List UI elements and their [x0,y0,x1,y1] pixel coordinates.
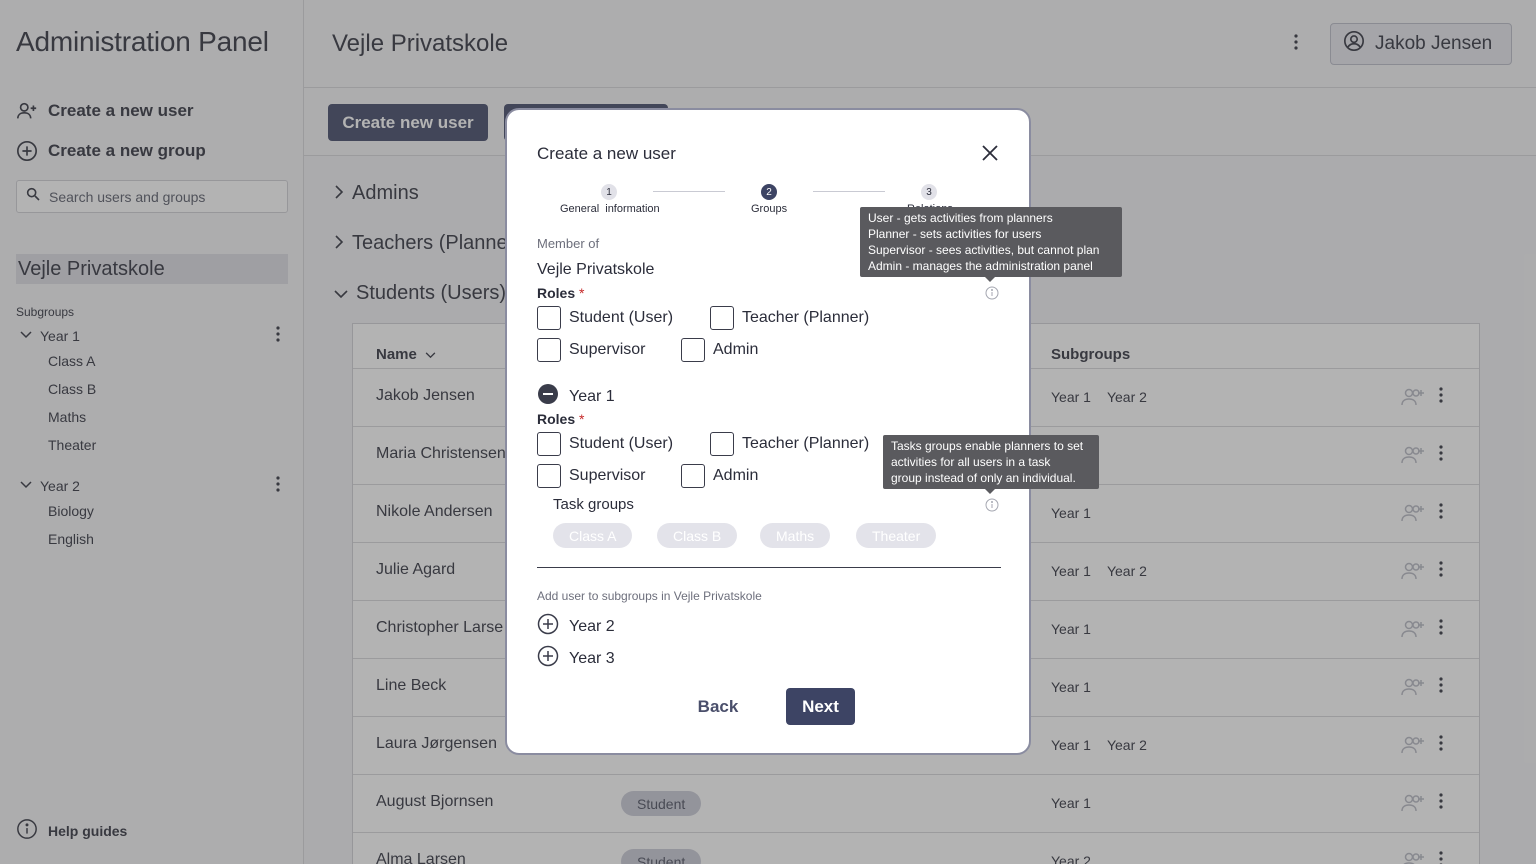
checkbox[interactable] [681,338,705,362]
info-icon[interactable] [985,286,999,300]
dialog-title: Create a new user [537,144,676,163]
step-connector [653,191,725,192]
tooltip-line: Planner - sets activities for users [868,227,1042,241]
task-groups-tooltip: Tasks groups enable planners to set acti… [883,435,1099,494]
add-circle-icon [537,645,559,672]
checkbox[interactable] [681,464,705,488]
task-group-chip[interactable]: Maths [760,523,831,548]
roles-label: Roles * [537,285,584,301]
year1-role-supervisor-checkbox[interactable]: Supervisor [537,464,645,488]
step-2-label: Groups [751,203,788,215]
role-admin-checkbox[interactable]: Admin [681,338,758,362]
checkbox-label: Admin [713,467,759,484]
role-supervisor-checkbox[interactable]: Supervisor [537,338,645,362]
checkbox-label: Student (User) [569,435,674,452]
subgroup-label: Year 3 [569,649,615,667]
checkbox[interactable] [710,306,734,330]
tooltip-line: group instead of only an individual. [891,471,1076,485]
tooltip-line: activities for all users in a task [891,455,1051,469]
add-circle-icon [537,613,559,640]
checkbox[interactable] [537,306,561,330]
checkbox[interactable] [710,432,734,456]
checkbox-label: Teacher (Planner) [742,435,870,452]
step-2-indicator: 2 [761,184,777,200]
step-1-indicator: 1 [601,184,617,200]
subgroup-year-1: Year 1 [537,383,615,410]
year1-role-student-checkbox[interactable]: Student (User) [537,432,673,456]
subgroup-label: Year 1 [569,387,615,405]
close-icon[interactable] [979,142,1001,164]
add-year-2[interactable]: Year 2 [537,613,615,640]
tooltip-line: Supervisor - sees activities, but cannot… [868,243,1100,257]
tooltip-line: User - gets activities from planners [868,211,1053,225]
required-mark: * [579,411,585,427]
roles-label-text: Roles [537,411,576,427]
required-mark: * [579,285,585,301]
divider [537,567,1001,568]
roles-tooltip: User - gets activities from planners Pla… [860,207,1122,282]
roles-label-text: Roles [537,285,576,301]
subgroup-label: Year 2 [569,617,615,635]
tooltip-arrow [985,277,995,282]
role-student-checkbox[interactable]: Student (User) [537,306,673,330]
task-group-chip[interactable]: Class A [553,523,633,548]
checkbox-label: Student (User) [569,309,674,326]
checkbox[interactable] [537,464,561,488]
info-icon[interactable] [985,498,999,512]
checkbox-label: Teacher (Planner) [742,309,870,326]
role-teacher-checkbox[interactable]: Teacher (Planner) [710,306,869,330]
add-year-3[interactable]: Year 3 [537,645,615,672]
remove-circle-icon[interactable] [537,383,559,410]
task-group-chip[interactable]: Class B [657,523,738,548]
task-groups-label: Task groups [553,496,634,513]
year1-role-teacher-checkbox[interactable]: Teacher (Planner) [710,432,869,456]
checkbox-label: Admin [713,341,759,358]
back-button[interactable]: Back [693,688,743,725]
tooltip-line: Admin - manages the administration panel [868,259,1093,273]
roles-label: Roles * [537,411,584,427]
member-group-name: Vejle Privatskole [537,261,655,278]
step-connector [813,191,885,192]
add-subgroups-label: Add user to subgroups in Vejle Privatsko… [537,589,762,603]
checkbox-label: Supervisor [569,341,646,358]
checkbox[interactable] [537,432,561,456]
year1-role-admin-checkbox[interactable]: Admin [681,464,758,488]
checkbox[interactable] [537,338,561,362]
tooltip-arrow [985,489,995,494]
step-3-indicator: 3 [921,184,937,200]
step-1-label: General information [560,203,660,215]
checkbox-label: Supervisor [569,467,646,484]
task-group-chip[interactable]: Theater [856,523,937,548]
next-button[interactable]: Next [786,688,855,725]
create-user-dialog: Create a new user 1 2 3 General informat… [505,108,1031,755]
member-of-label: Member of [537,236,600,251]
tooltip-line: Tasks groups enable planners to set [891,439,1084,453]
